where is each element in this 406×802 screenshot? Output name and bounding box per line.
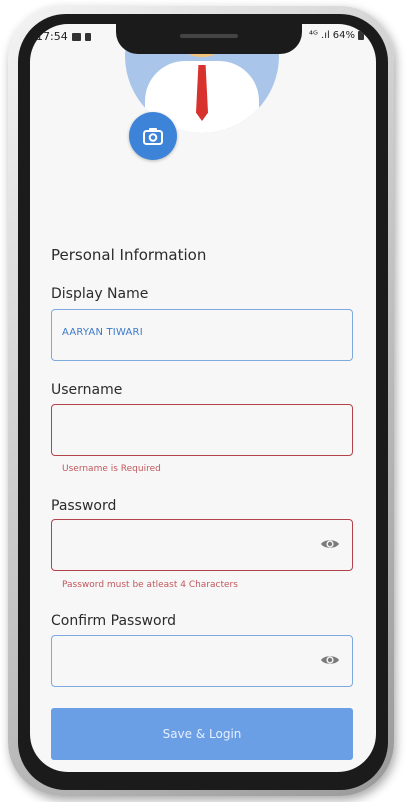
username-error: Username is Required: [62, 464, 161, 474]
display-name-value: AARYAN TIWARI: [62, 327, 143, 338]
eye-icon[interactable]: [320, 537, 340, 551]
battery-icon: [358, 31, 364, 40]
password-error: Password must be atleast 4 Characters: [62, 580, 238, 590]
save-login-button[interactable]: Save & Login: [51, 708, 353, 760]
password-input[interactable]: [51, 519, 353, 571]
username-input[interactable]: [51, 404, 353, 456]
camera-icon: [143, 128, 163, 145]
status-bar-left: 17:54: [36, 30, 91, 43]
eye-icon[interactable]: [320, 653, 340, 667]
notification-icon: [84, 32, 91, 41]
battery-level: 64%: [332, 30, 355, 41]
message-icon: [71, 32, 81, 41]
status-bar-right: ⁴ᴳ .ıl 64%: [309, 30, 364, 41]
section-title: Personal Information: [51, 246, 207, 264]
phone-notch: [116, 24, 302, 54]
password-label: Password: [51, 498, 117, 514]
display-name-input[interactable]: AARYAN TIWARI: [51, 309, 353, 361]
display-name-label: Display Name: [51, 286, 149, 302]
signal-indicator: ⁴ᴳ .ıl: [308, 30, 330, 41]
app-screen: 17:54 ⁴ᴳ .ıl 64% Personal Information Di…: [30, 24, 376, 772]
confirm-password-input[interactable]: [51, 635, 353, 687]
status-time: 17:54: [36, 30, 68, 43]
confirm-password-label: Confirm Password: [51, 613, 177, 629]
username-label: Username: [51, 382, 123, 398]
change-photo-button[interactable]: [129, 112, 177, 160]
speaker-grill: [180, 34, 238, 38]
